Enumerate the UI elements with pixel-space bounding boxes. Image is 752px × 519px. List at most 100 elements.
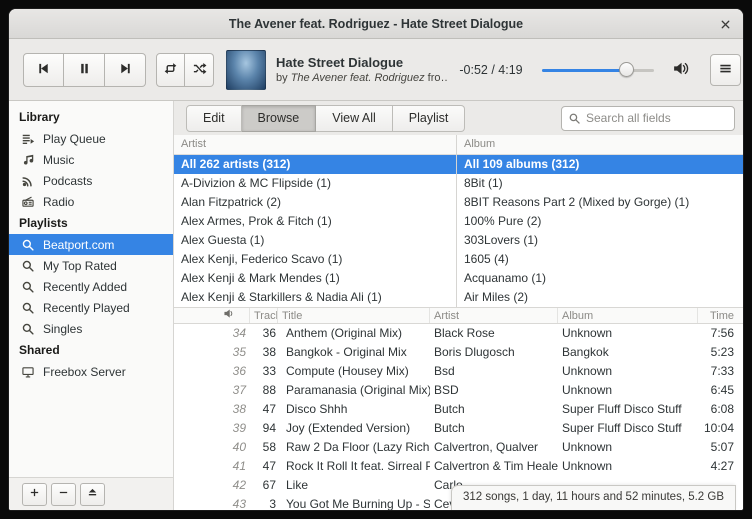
playing-column-header[interactable]	[174, 308, 250, 323]
sidebar-item[interactable]: Freebox Server	[9, 361, 173, 382]
shuffle-button[interactable]	[185, 53, 214, 87]
artist-row[interactable]: Alex Kenji, Federico Scavo (1)	[174, 250, 456, 269]
next-button[interactable]	[105, 53, 146, 87]
window-title: The Avener feat. Rodriguez - Hate Street…	[229, 17, 523, 31]
sidebar-item[interactable]: Singles	[9, 318, 173, 339]
title-column-header[interactable]: Title	[278, 308, 430, 323]
artist-row-label: Alan Fitzpatrick (2)	[181, 195, 281, 209]
sidebar-item[interactable]: Play Queue	[9, 128, 173, 149]
track-row[interactable]: 39 94 Joy (Extended Version) Butch Super…	[174, 419, 743, 438]
volume-button[interactable]	[668, 58, 692, 82]
album-row[interactable]: 8BIT Reasons Part 2 (Mixed by Gorge) (1)	[457, 193, 743, 212]
titlebar[interactable]: The Avener feat. Rodriguez - Hate Street…	[9, 9, 743, 39]
artist-column-header-list[interactable]: Artist	[430, 308, 558, 323]
view-buttons: Edit Browse View All Playlist	[186, 105, 465, 132]
artist-row[interactable]: Alex Kenji & Mark Mendes (1)	[174, 269, 456, 288]
artist-row-label: Alex Kenji & Mark Mendes (1)	[181, 271, 340, 285]
track-row-number: 36	[250, 324, 278, 343]
track-row[interactable]: 36 33 Compute (Housey Mix) Bsd Unknown 7…	[174, 362, 743, 381]
search-input[interactable]	[586, 111, 734, 125]
view-toggle-button[interactable]: View All	[316, 105, 393, 132]
album-row-label: 1605 (4)	[464, 252, 509, 266]
artist-row-label: Alex Armes, Prok & Fitch (1)	[181, 214, 332, 228]
view-toolbar: Edit Browse View All Playlist	[174, 101, 743, 135]
seek-slider-handle[interactable]	[619, 62, 634, 77]
time-column-header[interactable]: Time	[698, 308, 743, 323]
track-row[interactable]: 37 88 Paramanasia (Original Mix) BSD Unk…	[174, 381, 743, 400]
view-toggle-button[interactable]: Playlist	[393, 105, 466, 132]
track-row-album: Unknown	[558, 381, 698, 400]
track-row[interactable]: 35 38 Bangkok - Original Mix Boris Dlugo…	[174, 343, 743, 362]
track-row-artist: Black Rose	[430, 324, 558, 343]
sidebar-item[interactable]: My Top Rated	[9, 255, 173, 276]
track-column-header[interactable]: Track	[250, 308, 278, 323]
eject-button[interactable]	[80, 483, 105, 506]
album-row-label: All 109 albums (312)	[464, 157, 579, 171]
artist-row[interactable]: Alan Fitzpatrick (2)	[174, 193, 456, 212]
album-row[interactable]: Acquanamo (1)	[457, 269, 743, 288]
track-row[interactable]: 40 58 Raw 2 Da Floor (Lazy Rich Re… Calv…	[174, 438, 743, 457]
mode-controls	[156, 53, 214, 87]
artist-row-label: A-Divizion & MC Flipside (1)	[181, 176, 331, 190]
artist-column-header[interactable]: Artist	[174, 135, 456, 155]
sidebar-item-label: Podcasts	[43, 174, 92, 188]
album-row[interactable]: All 109 albums (312)	[457, 155, 743, 174]
artist-pane: Artist All 262 artists (312) A-Divizion …	[174, 135, 456, 307]
album-column-header-list[interactable]: Album	[558, 308, 698, 323]
artist-row[interactable]: A-Divizion & MC Flipside (1)	[174, 174, 456, 193]
artist-row-label: Alex Kenji, Federico Scavo (1)	[181, 252, 342, 266]
artist-row[interactable]: Alex Armes, Prok & Fitch (1)	[174, 212, 456, 231]
previous-button[interactable]	[23, 53, 64, 87]
volume-icon	[672, 60, 689, 80]
add-playlist-button[interactable]	[22, 483, 47, 506]
sidebar-item[interactable]: Radio	[9, 191, 173, 212]
search-field[interactable]	[561, 106, 735, 131]
track-row[interactable]: 38 47 Disco Shhh Butch Super Fluff Disco…	[174, 400, 743, 419]
now-playing-title: Hate Street Dialogue	[276, 55, 448, 70]
album-column-header[interactable]: Album	[457, 135, 743, 155]
track-row-album: Unknown	[558, 438, 698, 457]
close-icon[interactable]	[717, 16, 733, 32]
album-row[interactable]: 1605 (4)	[457, 250, 743, 269]
repeat-button[interactable]	[156, 53, 185, 87]
library-browser: Artist All 262 artists (312) A-Divizion …	[174, 135, 743, 307]
view-toggle-button[interactable]: Edit	[186, 105, 242, 132]
album-row[interactable]: Air Miles (2)	[457, 288, 743, 307]
album-row[interactable]: 303Lovers (1)	[457, 231, 743, 250]
track-row[interactable]: 34 36 Anthem (Original Mix) Black Rose U…	[174, 324, 743, 343]
view-toggle-label: Browse	[258, 111, 300, 125]
track-row-position: 36	[174, 362, 250, 381]
album-row[interactable]: 8Bit (1)	[457, 174, 743, 193]
track-row-time: 6:08	[698, 400, 743, 419]
album-art	[226, 50, 266, 90]
remove-playlist-button[interactable]	[51, 483, 76, 506]
now-playing-info: Hate Street Dialogue by The Avener feat.…	[276, 55, 448, 84]
sidebar-item[interactable]: Recently Played	[9, 297, 173, 318]
seek-slider[interactable]	[542, 62, 654, 78]
sidebar-item[interactable]: Beatport.com	[9, 234, 173, 255]
view-toggle-button[interactable]: Browse	[242, 105, 317, 132]
album-row[interactable]: 100% Pure (2)	[457, 212, 743, 231]
track-row[interactable]: 41 47 Rock It Roll It feat. Sirreal Pip……	[174, 457, 743, 476]
pause-button[interactable]	[64, 53, 105, 87]
artist-row-label: Alex Kenji & Starkillers & Nadia Ali (1)	[181, 290, 382, 304]
album-row-label: 303Lovers (1)	[464, 233, 538, 247]
track-row-number: 47	[250, 457, 278, 476]
sidebar-library-items: Play Queue Music Podcasts	[9, 128, 173, 212]
sidebar-item[interactable]: Podcasts	[9, 170, 173, 191]
track-list-header: Track Title Artist Album Time	[174, 307, 743, 324]
menu-button[interactable]	[710, 54, 741, 86]
sidebar-item-label: Singles	[43, 322, 82, 336]
sidebar-item[interactable]: Music	[9, 149, 173, 170]
track-row-time: 10:04	[698, 419, 743, 438]
track-row-title: Compute (Housey Mix)	[278, 362, 430, 381]
artist-row[interactable]: Alex Kenji & Starkillers & Nadia Ali (1)	[174, 288, 456, 307]
view-toggle-label: View All	[332, 111, 376, 125]
artist-row[interactable]: All 262 artists (312)	[174, 155, 456, 174]
track-row-position: 40	[174, 438, 250, 457]
track-row-artist: Butch	[430, 400, 558, 419]
time-display: -0:52 / 4:19	[456, 63, 526, 77]
sidebar-item[interactable]: Recently Added	[9, 276, 173, 297]
sidebar-section-shared: Shared	[9, 339, 173, 361]
artist-row[interactable]: Alex Guesta (1)	[174, 231, 456, 250]
